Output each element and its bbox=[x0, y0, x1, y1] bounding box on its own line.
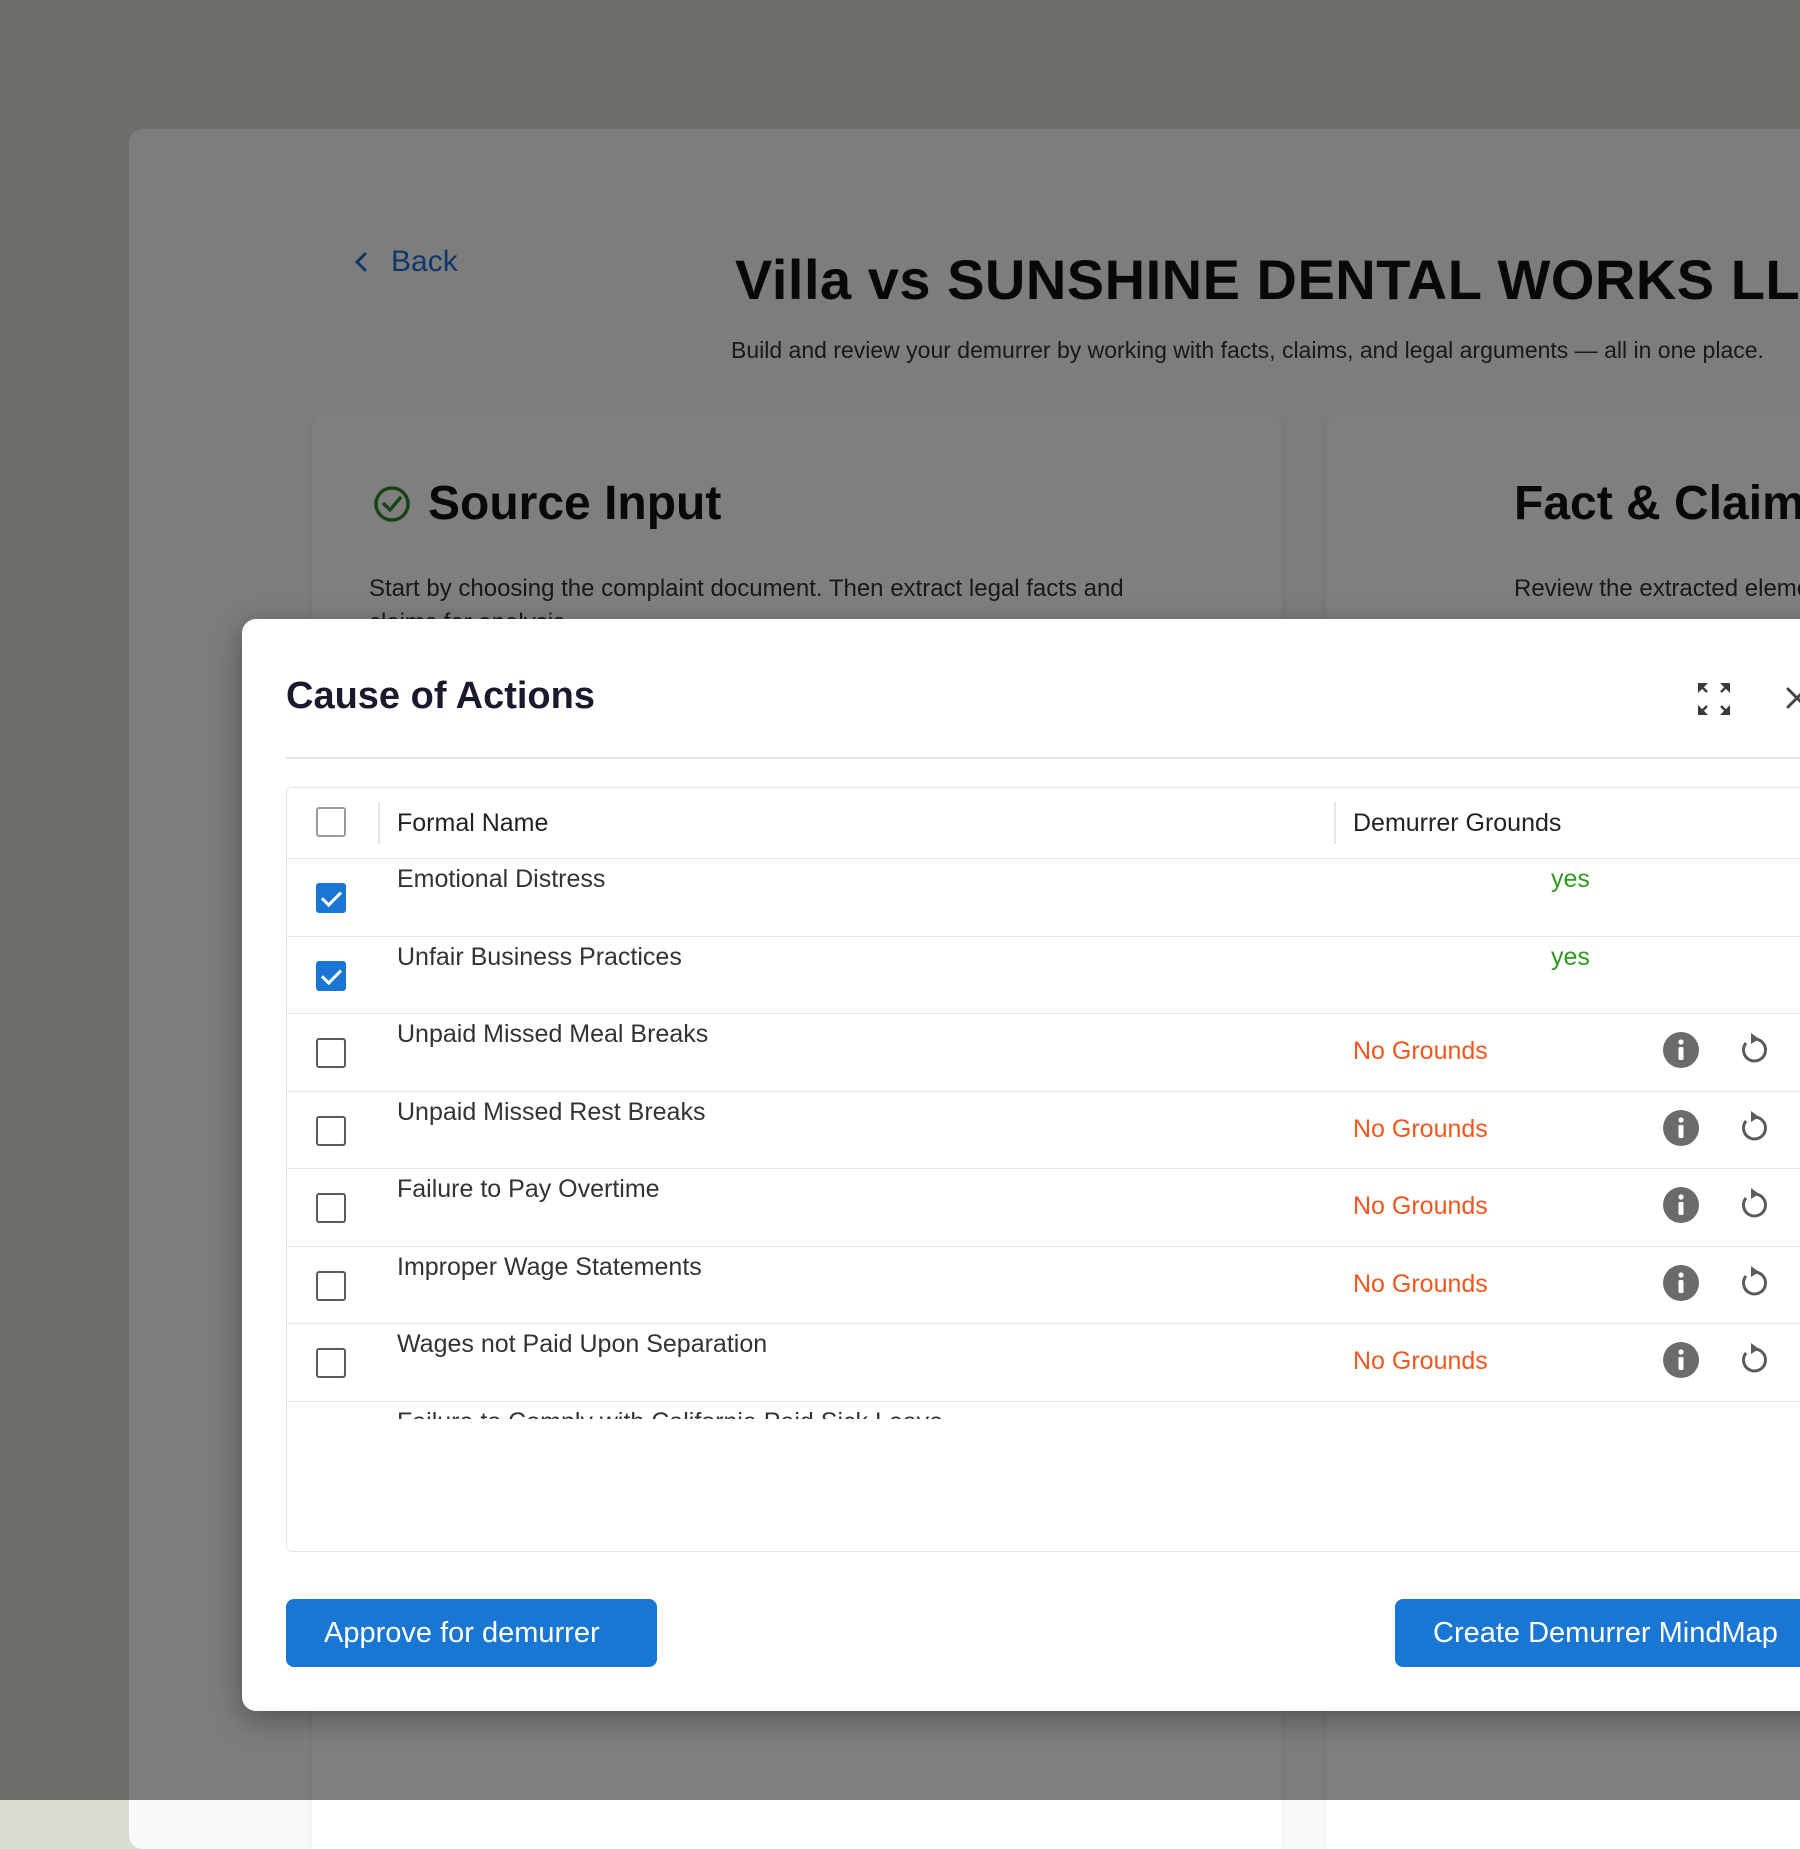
info-icon[interactable] bbox=[1662, 1419, 1700, 1420]
row-checkbox[interactable] bbox=[316, 1348, 346, 1378]
row-demurrer-grounds: yes bbox=[1551, 942, 1590, 971]
row-demurrer-grounds: No Grounds bbox=[1353, 1269, 1488, 1298]
row-checkbox[interactable] bbox=[316, 960, 346, 991]
row-checkbox[interactable] bbox=[316, 1115, 346, 1146]
info-icon[interactable] bbox=[1662, 1341, 1700, 1379]
row-demurrer-grounds: No Grounds bbox=[1353, 1192, 1488, 1220]
row-formal-name: Unpaid Missed Meal Breaks bbox=[397, 1020, 709, 1048]
refresh-icon[interactable] bbox=[1735, 1031, 1773, 1069]
row-formal-name: Wages not Paid Upon Separation bbox=[397, 1330, 768, 1358]
info-icon[interactable] bbox=[1662, 1109, 1700, 1147]
row-formal-name: Unpaid Missed Rest Breaks bbox=[397, 1097, 706, 1126]
row-demurrer-grounds: yes bbox=[1551, 865, 1590, 893]
column-header-formal-name[interactable]: Formal Name bbox=[397, 809, 548, 838]
table-header: Formal Name Demurrer Grounds bbox=[287, 788, 1800, 859]
table-row[interactable]: Unpaid Missed Rest Breaks No Grounds bbox=[287, 1092, 1800, 1169]
row-checkbox[interactable] bbox=[316, 1270, 346, 1301]
refresh-icon[interactable] bbox=[1735, 1419, 1773, 1420]
refresh-icon[interactable] bbox=[1735, 1186, 1773, 1224]
table-row[interactable]: Wages not Paid Upon Separation No Grounds bbox=[287, 1324, 1800, 1402]
table-row[interactable]: Emotional Distress yes bbox=[287, 859, 1800, 937]
select-all-checkbox[interactable] bbox=[316, 807, 346, 837]
refresh-icon[interactable] bbox=[1735, 1109, 1773, 1147]
row-checkbox[interactable] bbox=[316, 1038, 346, 1068]
info-icon[interactable] bbox=[1662, 1264, 1700, 1302]
column-separator[interactable] bbox=[378, 802, 380, 844]
row-checkbox[interactable] bbox=[316, 883, 346, 913]
refresh-icon[interactable] bbox=[1735, 1264, 1773, 1302]
expand-icon[interactable] bbox=[1694, 679, 1734, 719]
row-formal-name: Emotional Distress bbox=[397, 865, 606, 893]
info-icon[interactable] bbox=[1662, 1186, 1700, 1224]
cause-table: Formal Name Demurrer Grounds Emotional D… bbox=[286, 787, 1800, 1552]
modal-title: Cause of Actions bbox=[286, 675, 595, 717]
row-formal-name: Improper Wage Statements bbox=[397, 1252, 702, 1281]
create-demurrer-mindmap-button[interactable]: Create Demurrer MindMap bbox=[1395, 1599, 1800, 1667]
info-icon[interactable] bbox=[1662, 1031, 1700, 1069]
table-row[interactable]: Improper Wage Statements No Grounds bbox=[287, 1247, 1800, 1324]
row-checkbox[interactable] bbox=[316, 1193, 346, 1223]
row-formal-name: Failure to Comply with California Paid S… bbox=[397, 1408, 943, 1420]
row-demurrer-grounds: No Grounds bbox=[1353, 1037, 1488, 1065]
table-row[interactable]: Unpaid Missed Meal Breaks No Grounds bbox=[287, 1014, 1800, 1092]
column-separator[interactable] bbox=[1334, 802, 1336, 844]
row-demurrer-grounds: No Grounds bbox=[1353, 1114, 1488, 1143]
table-body[interactable]: Emotional Distress yes Unfair Business Pra… bbox=[287, 859, 1800, 1419]
table-row[interactable]: Failure to Pay Overtime No Grounds bbox=[287, 1169, 1800, 1247]
approve-for-demurrer-button[interactable]: Approve for demurrer bbox=[286, 1599, 657, 1667]
row-formal-name: Unfair Business Practices bbox=[397, 942, 682, 971]
cause-of-actions-modal: Cause of Actions Formal Name Demurrer Gr… bbox=[242, 619, 1800, 1711]
row-formal-name: Failure to Pay Overtime bbox=[397, 1175, 660, 1203]
table-row[interactable]: Unfair Business Practices yes bbox=[287, 937, 1800, 1014]
refresh-icon[interactable] bbox=[1735, 1341, 1773, 1379]
close-icon[interactable] bbox=[1782, 681, 1800, 715]
table-row[interactable]: Failure to Comply with California Paid S… bbox=[287, 1402, 1800, 1420]
row-demurrer-grounds: No Grounds bbox=[1353, 1347, 1488, 1375]
modal-divider bbox=[286, 757, 1800, 759]
column-header-demurrer-grounds[interactable]: Demurrer Grounds bbox=[1353, 809, 1561, 838]
